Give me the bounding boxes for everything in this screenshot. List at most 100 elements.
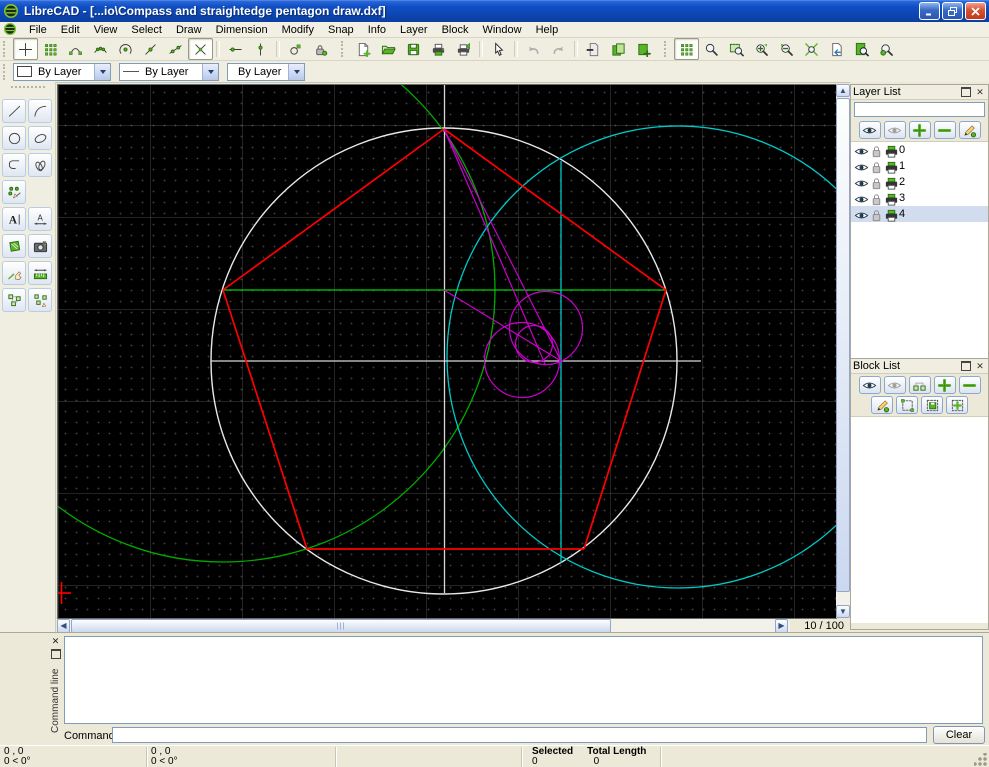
linewidth-combobox[interactable]: By Layer xyxy=(227,63,305,81)
selection-pointer-button[interactable] xyxy=(486,38,511,60)
measure-tool[interactable] xyxy=(28,261,52,285)
add-block-button[interactable] xyxy=(934,376,956,394)
zoom-page-button[interactable] xyxy=(849,38,874,60)
image-tool[interactable] xyxy=(28,234,52,258)
polyline-tool[interactable] xyxy=(2,153,26,177)
create-block-button[interactable] xyxy=(909,376,931,394)
show-all-blocks-button[interactable] xyxy=(859,376,881,394)
resize-grip[interactable] xyxy=(974,753,987,766)
layer-row-1[interactable]: 1 xyxy=(851,158,988,174)
open-drawing-button[interactable] xyxy=(376,38,401,60)
toolbar-grip[interactable] xyxy=(3,41,10,57)
layer-row-2[interactable]: 2 xyxy=(851,174,988,190)
magenta-circle-lower[interactable] xyxy=(485,323,560,398)
chevron-down-icon[interactable] xyxy=(202,64,218,80)
menu-view[interactable]: View xyxy=(87,23,125,37)
scroll-right-button[interactable]: ▶ xyxy=(775,619,788,633)
layer-filter-input[interactable] xyxy=(854,102,985,117)
close-button[interactable] xyxy=(965,2,986,20)
menu-window[interactable]: Window xyxy=(475,23,528,37)
float-panel-icon[interactable] xyxy=(961,87,971,97)
save-block-button[interactable] xyxy=(921,396,943,414)
vertical-scroll-thumb[interactable] xyxy=(836,98,850,592)
menu-info[interactable]: Info xyxy=(361,23,393,37)
minimize-button[interactable] xyxy=(919,2,940,20)
menu-layer[interactable]: Layer xyxy=(393,23,435,37)
spline-tool[interactable] xyxy=(28,153,52,177)
snap-relative-button[interactable] xyxy=(283,38,308,60)
pentagon-side-top-left[interactable] xyxy=(223,129,444,290)
save-drawing-button[interactable] xyxy=(401,38,426,60)
toolbar-grip[interactable] xyxy=(341,41,348,57)
rename-block-button[interactable] xyxy=(871,396,893,414)
close-panel-icon[interactable]: ✕ xyxy=(974,87,986,98)
scroll-left-button[interactable]: ◀ xyxy=(57,619,70,633)
float-panel-icon[interactable] xyxy=(961,361,971,371)
circle-tool[interactable] xyxy=(2,126,26,150)
print-button[interactable] xyxy=(426,38,451,60)
grid-toggle-button[interactable] xyxy=(674,38,699,60)
text-tool[interactable]: A xyxy=(2,207,26,231)
hide-all-blocks-button[interactable] xyxy=(884,376,906,394)
layer-row-3[interactable]: 3 xyxy=(851,190,988,206)
modify-tool[interactable] xyxy=(2,261,26,285)
restore-button[interactable] xyxy=(942,2,963,20)
menu-block[interactable]: Block xyxy=(435,23,476,37)
horizontal-scrollbar[interactable]: ◀ ▶ xyxy=(57,619,790,633)
snap-intersection-button[interactable] xyxy=(188,38,213,60)
menu-snap[interactable]: Snap xyxy=(321,23,361,37)
zoom-decrease-button[interactable] xyxy=(774,38,799,60)
linetype-combobox[interactable]: By Layer xyxy=(119,63,219,81)
line-tool[interactable] xyxy=(2,99,26,123)
layer-row-0[interactable]: 0 xyxy=(851,142,988,158)
undo-button[interactable] xyxy=(521,38,546,60)
menu-help[interactable]: Help xyxy=(529,23,566,37)
drawing-svg[interactable] xyxy=(58,85,836,618)
drawing-canvas[interactable] xyxy=(57,84,837,619)
redo-button[interactable] xyxy=(546,38,571,60)
dimension-tool[interactable]: A xyxy=(28,207,52,231)
snap-on-entity-button[interactable] xyxy=(88,38,113,60)
chevron-down-icon[interactable] xyxy=(94,64,110,80)
snap-distance-button[interactable] xyxy=(163,38,188,60)
magenta-circle-upper[interactable] xyxy=(510,292,583,365)
edit-layer-button[interactable] xyxy=(959,121,981,139)
scroll-up-button[interactable]: ▲ xyxy=(836,84,850,97)
green-circle[interactable] xyxy=(58,85,495,562)
menu-edit[interactable]: Edit xyxy=(54,23,87,37)
horizontal-scroll-thumb[interactable] xyxy=(71,619,611,633)
menu-file[interactable]: File xyxy=(22,23,54,37)
show-all-layers-button[interactable] xyxy=(859,121,881,139)
pentagon-side-top-right[interactable] xyxy=(444,129,666,290)
explode-tool[interactable] xyxy=(28,288,52,312)
snap-free-button[interactable] xyxy=(13,38,38,60)
clear-button[interactable]: Clear xyxy=(933,726,985,744)
edit-block-button[interactable] xyxy=(896,396,918,414)
color-combobox[interactable]: By Layer xyxy=(13,63,111,81)
lock-relative-zero-button[interactable] xyxy=(308,38,333,60)
layer-row-4[interactable]: 4 xyxy=(851,206,988,222)
chevron-down-icon[interactable] xyxy=(288,64,304,80)
insert-block-button[interactable] xyxy=(946,396,968,414)
menu-dimension[interactable]: Dimension xyxy=(209,23,275,37)
new-drawing-button[interactable] xyxy=(351,38,376,60)
vertical-scrollbar[interactable]: ▲ ▼ xyxy=(836,84,850,618)
snap-endpoints-button[interactable] xyxy=(63,38,88,60)
zoom-in-button[interactable] xyxy=(699,38,724,60)
toolbar-grip[interactable] xyxy=(664,41,671,57)
magenta-line-apex-steep[interactable] xyxy=(444,129,545,364)
menu-modify[interactable]: Modify xyxy=(275,23,321,37)
scroll-down-button[interactable]: ▼ xyxy=(836,605,850,618)
command-input[interactable] xyxy=(112,727,927,743)
snap-center-button[interactable] xyxy=(113,38,138,60)
pentagon-side-right[interactable] xyxy=(584,290,666,549)
zoom-pan-button[interactable] xyxy=(874,38,899,60)
ellipse-tool[interactable] xyxy=(28,126,52,150)
zoom-auto-button[interactable] xyxy=(799,38,824,60)
block-tool[interactable] xyxy=(2,288,26,312)
remove-layer-button[interactable] xyxy=(934,121,956,139)
window-cascade-button[interactable] xyxy=(606,38,631,60)
palette-grip[interactable] xyxy=(11,86,45,91)
command-history[interactable] xyxy=(64,636,983,724)
zoom-window-button[interactable] xyxy=(724,38,749,60)
